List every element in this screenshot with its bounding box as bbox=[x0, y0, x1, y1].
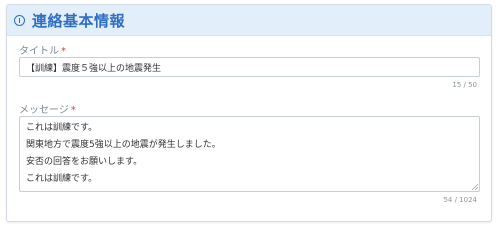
title-label-text: タイトル bbox=[19, 46, 59, 57]
contact-basic-info-card: 連絡基本情報 タイトル* 15 / 50 メッセージ* これは訓練です。 関東地… bbox=[6, 4, 492, 222]
message-line: 安否の回答をお願いします。 bbox=[26, 157, 143, 167]
card-header: 連絡基本情報 bbox=[7, 5, 491, 36]
message-line: これは訓練です。 bbox=[26, 123, 98, 133]
message-label-text: メッセージ bbox=[19, 105, 69, 116]
resize-grip-icon[interactable] bbox=[471, 183, 478, 190]
message-field-label: メッセージ * bbox=[19, 101, 76, 116]
required-mark: * bbox=[70, 105, 76, 116]
message-line: これは訓練です。 bbox=[26, 174, 98, 184]
title-input[interactable] bbox=[19, 57, 480, 77]
title-field-label: タイトル * bbox=[19, 42, 66, 57]
section-title: 連絡基本情報 bbox=[32, 11, 126, 30]
message-textarea[interactable]: これは訓練です。 関東地方で震度5強以上の地震が発生しました。 安否の回答をお願… bbox=[19, 116, 480, 192]
title-char-counter: 15 / 50 bbox=[452, 81, 477, 89]
message-line: 関東地方で震度5強以上の地震が発生しました。 bbox=[26, 140, 221, 150]
message-char-counter: 54 / 1024 bbox=[443, 196, 477, 204]
info-circle-icon bbox=[14, 14, 25, 26]
required-mark: * bbox=[61, 46, 66, 57]
